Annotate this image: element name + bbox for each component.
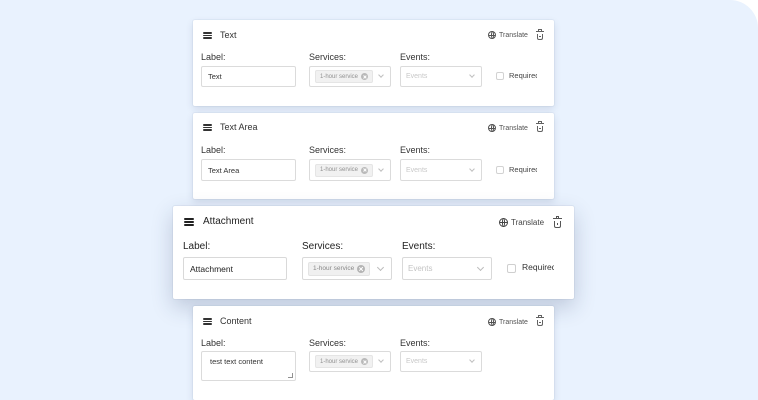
content-textarea[interactable]: test text content [201, 351, 296, 381]
services-select[interactable]: 1-hour service [302, 257, 392, 280]
services-caption: Services: [309, 338, 347, 348]
card-header: Content Translate [193, 306, 554, 336]
required-label: Required [522, 262, 554, 272]
events-placeholder: Events [406, 73, 428, 80]
required-label: Required [509, 165, 537, 174]
content-text: test text content [210, 357, 263, 366]
chevron-down-icon [378, 166, 384, 172]
required-checkbox[interactable] [496, 166, 504, 174]
events-caption: Events: [400, 145, 431, 155]
translate-button[interactable]: Translate [488, 124, 528, 132]
form-builder-canvas: Text Translate Label: Services: Events: … [0, 0, 758, 400]
card-header: Text Translate [193, 20, 554, 50]
translate-label: Translate [511, 218, 545, 227]
translate-label: Translate [499, 31, 528, 39]
label-caption: Label: [201, 145, 226, 155]
services-caption: Services: [309, 52, 347, 62]
trash-icon[interactable] [536, 315, 544, 326]
field-title: Attachment [203, 216, 254, 227]
form-field-card-content[interactable]: Content Translate Label: Services: Event… [193, 306, 554, 400]
drag-handle-icon[interactable] [203, 32, 212, 39]
services-select[interactable]: 1-hour service [309, 159, 391, 181]
form-field-card-text-area[interactable]: Text Area Translate Label: Services: Eve… [193, 113, 554, 199]
field-title: Text Area [220, 122, 258, 132]
events-select[interactable]: Events [402, 257, 492, 280]
drag-handle-icon[interactable] [203, 124, 212, 131]
translate-button[interactable]: Translate [488, 318, 528, 326]
drag-handle-icon[interactable] [203, 318, 212, 325]
events-select[interactable]: Events [400, 159, 482, 181]
events-caption: Events: [400, 52, 431, 62]
globe-icon [488, 31, 496, 39]
chevron-down-icon [378, 357, 384, 363]
field-title: Content [220, 316, 252, 326]
service-tag-label: 1-hour service [313, 265, 355, 272]
globe-icon [488, 318, 496, 326]
card-header: Attachment Translate [173, 206, 574, 236]
translate-label: Translate [499, 318, 528, 326]
chevron-down-icon [469, 166, 475, 172]
translate-button[interactable]: Translate [488, 31, 528, 39]
service-tag: 1-hour service [315, 163, 374, 177]
chevron-down-icon [376, 263, 385, 272]
events-caption: Events: [402, 241, 436, 252]
service-tag: 1-hour service [308, 261, 371, 276]
trash-icon[interactable] [553, 216, 562, 228]
form-field-card-text[interactable]: Text Translate Label: Services: Events: … [193, 20, 554, 106]
drag-handle-icon[interactable] [184, 218, 194, 226]
events-select[interactable]: Events [400, 66, 482, 87]
events-placeholder: Events [406, 166, 428, 174]
chevron-down-icon [476, 263, 485, 272]
service-tag: 1-hour service [315, 355, 374, 368]
card-header: Text Area Translate [193, 113, 554, 143]
label-caption: Label: [201, 338, 226, 348]
label-input[interactable]: Text [201, 66, 296, 87]
translate-label: Translate [499, 124, 528, 132]
required-label: Required [509, 71, 537, 80]
field-title: Text [220, 30, 237, 40]
tag-close-icon[interactable] [361, 73, 369, 80]
label-input[interactable]: Text Area [201, 159, 296, 181]
globe-icon [499, 218, 508, 227]
service-tag-label: 1-hour service [320, 73, 359, 80]
services-select[interactable]: 1-hour service [309, 351, 391, 372]
required-checkbox[interactable] [496, 72, 504, 80]
chevron-down-icon [378, 72, 384, 78]
service-tag-label: 1-hour service [320, 358, 359, 365]
translate-button[interactable]: Translate [499, 218, 544, 227]
events-placeholder: Events [406, 358, 428, 365]
trash-icon[interactable] [536, 29, 544, 40]
service-tag-label: 1-hour service [320, 167, 359, 173]
chevron-down-icon [469, 72, 475, 78]
events-caption: Events: [400, 338, 431, 348]
events-placeholder: Events [408, 264, 433, 273]
tag-close-icon[interactable] [357, 264, 366, 273]
tag-close-icon[interactable] [361, 166, 369, 174]
events-select[interactable]: Events [400, 351, 482, 372]
chevron-down-icon [469, 357, 475, 363]
services-caption: Services: [302, 241, 344, 252]
tag-close-icon[interactable] [361, 358, 369, 365]
label-caption: Label: [201, 52, 226, 62]
required-checkbox[interactable] [507, 264, 516, 273]
label-caption: Label: [183, 241, 211, 252]
resize-handle-icon[interactable] [288, 373, 293, 378]
label-input[interactable]: Attachment [183, 257, 287, 280]
services-select[interactable]: 1-hour service [309, 66, 391, 87]
services-caption: Services: [309, 145, 347, 155]
trash-icon[interactable] [536, 121, 544, 132]
service-tag: 1-hour service [315, 70, 374, 83]
form-field-card-attachment[interactable]: Attachment Translate Label: Services: Ev… [173, 206, 574, 299]
globe-icon [488, 124, 496, 132]
